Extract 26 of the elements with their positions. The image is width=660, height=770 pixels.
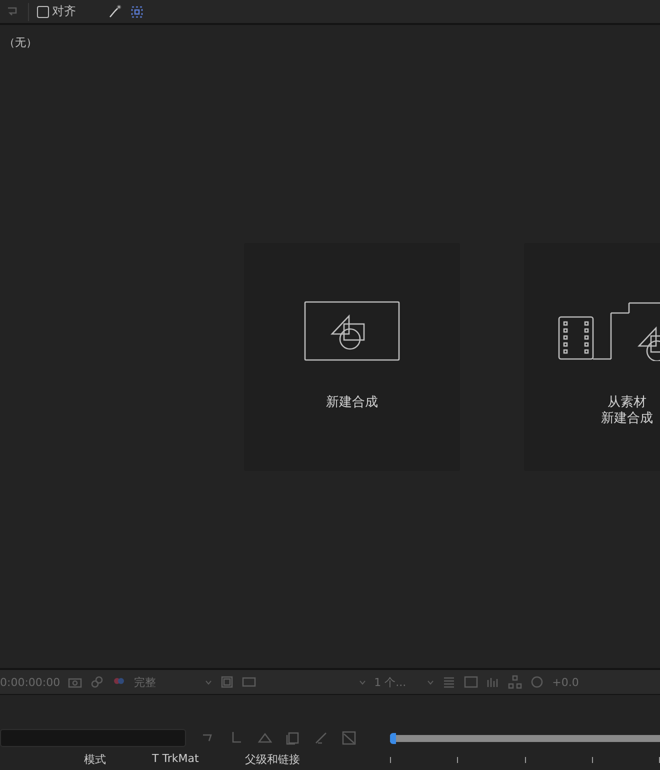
viewer-label: （无）: [3, 35, 38, 50]
frame-icon[interactable]: [130, 4, 144, 18]
resolution-dropdown[interactable]: 完整: [134, 674, 212, 690]
graph-icon[interactable]: [486, 675, 500, 689]
layers-icon[interactable]: [286, 731, 300, 745]
card-label: 新建合成: [326, 395, 378, 411]
card-label: 从素材 新建合成: [601, 395, 653, 427]
exposure-value[interactable]: +0.0: [552, 676, 579, 688]
views-dropdown[interactable]: 1 个...: [374, 674, 434, 690]
new-composition-card[interactable]: 新建合成: [244, 243, 460, 471]
column-header: 模式: [84, 752, 106, 767]
grid-icon[interactable]: [442, 675, 456, 689]
align-checkbox[interactable]: 对齐: [37, 3, 76, 20]
chevron-icon: [359, 680, 366, 684]
time-navigator[interactable]: [390, 734, 660, 742]
column-header: T TrkMat: [152, 752, 199, 767]
chevron-icon: [427, 680, 434, 684]
column-header: 父级和链接: [244, 752, 300, 767]
chevron-icon: [205, 680, 212, 684]
timecode[interactable]: 0:00:00:00: [0, 676, 60, 688]
search-field[interactable]: [0, 729, 186, 747]
pin-icon[interactable]: [108, 4, 122, 18]
playhead[interactable]: [390, 732, 396, 744]
flowchart-icon[interactable]: [508, 675, 522, 689]
new-from-footage-card[interactable]: 从素材 新建合成: [524, 243, 660, 471]
composition-icon: [304, 301, 400, 361]
